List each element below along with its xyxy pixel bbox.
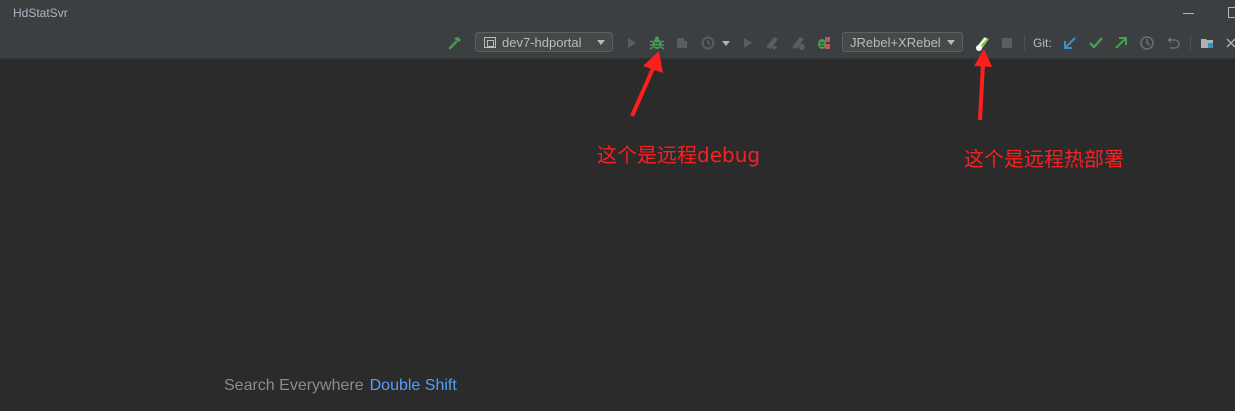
git-history-icon[interactable] [1138,34,1156,52]
run-icon[interactable] [622,34,640,52]
minimize-icon[interactable] [1183,13,1194,14]
git-push-icon[interactable] [1112,34,1130,52]
run-remote-icon[interactable] [738,34,756,52]
jrebel-config-label: JRebel+XRebel [850,34,941,50]
chevron-down-icon [597,40,605,45]
search-everywhere-hint: Search Everywhere Double Shift [224,377,457,395]
coverage-icon[interactable] [673,34,691,52]
main-toolbar: dev7-hdportal JRebel+XRebel Git: [0,28,1235,59]
window-title: HdStatSvr [13,6,68,20]
jrebel-run-icon[interactable] [763,34,781,52]
hint-shortcut: Double Shift [369,377,457,394]
build-icon[interactable] [446,34,464,52]
stop-icon[interactable] [998,34,1016,52]
overflow-icon[interactable] [1222,34,1235,52]
run-config-label: dev7-hdportal [502,34,582,50]
git-commit-icon[interactable] [1087,34,1105,52]
jrebel-debug-icon[interactable] [789,34,807,52]
git-update-icon[interactable] [1061,34,1079,52]
debug-annotation: 这个是远程debug [597,143,761,167]
hint-text: Search Everywhere [224,377,364,394]
deploy-annotation: 这个是远程热部署 [964,147,1124,171]
toolbar-separator [1024,35,1025,51]
git-rollback-icon[interactable] [1164,34,1182,52]
jrebel-deploy-icon[interactable] [973,34,991,52]
title-bar: HdStatSvr [0,0,1235,28]
debug-icon[interactable] [648,34,666,52]
profile-icon[interactable] [699,34,717,52]
toolbar-separator [1190,35,1191,51]
dropdown-icon[interactable] [717,34,735,52]
chevron-down-icon [947,40,955,45]
jrebel-config-select[interactable]: JRebel+XRebel [842,32,963,52]
remote-debug-icon[interactable] [814,34,832,52]
run-config-select[interactable]: dev7-hdportal [475,32,613,52]
editor-empty-area [0,59,1235,411]
git-label: Git: [1033,36,1052,50]
project-structure-icon[interactable] [1198,34,1216,52]
config-icon [484,36,496,48]
restore-icon[interactable] [1228,7,1235,18]
